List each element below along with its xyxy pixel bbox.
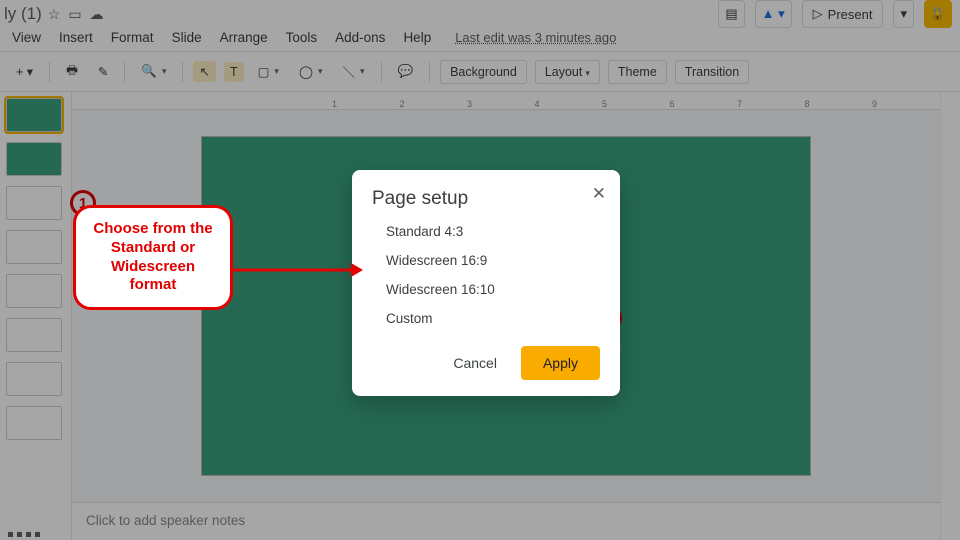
menu-slide[interactable]: Slide	[172, 30, 202, 45]
divider	[429, 62, 430, 82]
last-edit-link[interactable]: Last edit was 3 minutes ago	[455, 30, 616, 45]
horizontal-ruler: 1 2 3 4 5 6 7 8 9	[72, 92, 940, 110]
option-widescreen-16-9[interactable]: Widescreen 16:9	[386, 253, 600, 268]
toolbar: + ▾ 🖶 ✎ 🔍 ↖ T ▢ ◯ ＼ 💬 Background Layout …	[0, 52, 960, 92]
slide-thumbnail[interactable]	[6, 274, 62, 308]
move-folder-icon[interactable]: ▭	[68, 6, 81, 23]
slide-thumbnail[interactable]	[6, 406, 62, 440]
annotation-step1: Choose from the Standard or Widescreen f…	[73, 205, 233, 310]
option-widescreen-16-10[interactable]: Widescreen 16:10	[386, 282, 600, 297]
menu-insert[interactable]: Insert	[59, 30, 93, 45]
dialog-actions: Cancel Apply	[372, 346, 600, 380]
menu-view[interactable]: View	[12, 30, 41, 45]
present-dropdown[interactable]: ▾	[893, 0, 914, 28]
menu-format[interactable]: Format	[111, 30, 154, 45]
image-tool[interactable]: ▢	[252, 61, 285, 82]
dialog-title: Page setup	[372, 188, 600, 210]
apply-button[interactable]: Apply	[521, 346, 600, 380]
slide-thumbnail[interactable]	[6, 318, 62, 352]
cancel-button[interactable]: Cancel	[443, 347, 507, 379]
grid-view-button[interactable]	[8, 532, 40, 537]
lock-button[interactable]: 🔒	[924, 0, 952, 28]
slide-thumbnail[interactable]	[6, 186, 62, 220]
menu-bar: View Insert Format Slide Arrange Tools A…	[0, 26, 960, 52]
divider	[182, 62, 183, 82]
divider	[124, 62, 125, 82]
slide-thumbnail[interactable]	[6, 142, 62, 176]
line-tool[interactable]: ＼	[336, 59, 370, 84]
slide-thumbnail[interactable]	[6, 362, 62, 396]
new-slide-button[interactable]: + ▾	[10, 61, 39, 82]
annotation-arrow-icon	[233, 260, 363, 280]
shape-tool[interactable]: ◯	[293, 61, 329, 82]
page-setup-dialog: Page setup ✕ Standard 4:3 Widescreen 16:…	[352, 170, 620, 396]
divider	[49, 62, 50, 82]
slide-thumbnail[interactable]	[6, 230, 62, 264]
divider	[381, 62, 382, 82]
star-icon[interactable]: ☆	[48, 6, 61, 23]
print-button[interactable]: 🖶	[60, 58, 84, 85]
textbox-tool[interactable]: T	[224, 62, 244, 82]
comments-button[interactable]: ▤	[718, 0, 744, 28]
menu-arrange[interactable]: Arrange	[220, 30, 268, 45]
close-icon[interactable]: ✕	[592, 184, 606, 204]
transition-button[interactable]: Transition	[675, 60, 749, 84]
share-up-button[interactable]: ▲ ▾	[755, 0, 792, 28]
layout-button[interactable]: Layout	[535, 60, 600, 84]
page-setup-options: Standard 4:3 Widescreen 16:9 Widescreen …	[372, 218, 600, 338]
cloud-status-icon[interactable]: ☁	[90, 6, 104, 23]
present-label: Present	[828, 7, 873, 22]
paint-format-button[interactable]: ✎	[92, 61, 114, 82]
menu-tools[interactable]: Tools	[286, 30, 318, 45]
option-standard-4-3[interactable]: Standard 4:3	[386, 224, 600, 239]
title-bar: ly (1) ☆ ▭ ☁ ▤ ▲ ▾ ▷Present ▾ 🔒	[0, 0, 960, 26]
right-rail	[940, 92, 960, 540]
option-custom[interactable]: Custom	[386, 311, 600, 326]
zoom-button[interactable]: 🔍	[135, 61, 172, 82]
menu-addons[interactable]: Add-ons	[335, 30, 385, 45]
theme-button[interactable]: Theme	[608, 60, 667, 84]
speaker-notes[interactable]: Click to add speaker notes	[72, 502, 940, 540]
doc-name[interactable]: ly (1)	[4, 4, 42, 24]
comment-tool[interactable]: 💬	[392, 61, 420, 82]
select-tool[interactable]: ↖	[193, 61, 215, 82]
menu-help[interactable]: Help	[403, 30, 431, 45]
title-right-controls: ▤ ▲ ▾ ▷Present ▾ 🔒	[718, 0, 952, 28]
background-button[interactable]: Background	[440, 60, 527, 84]
title-icons: ☆ ▭ ☁	[48, 6, 104, 23]
annotation-step1-text: Choose from the Standard or Widescreen f…	[73, 205, 233, 310]
present-button[interactable]: ▷Present	[802, 0, 884, 28]
thumbnail-panel[interactable]	[0, 92, 72, 540]
slide-thumbnail[interactable]	[6, 98, 62, 132]
